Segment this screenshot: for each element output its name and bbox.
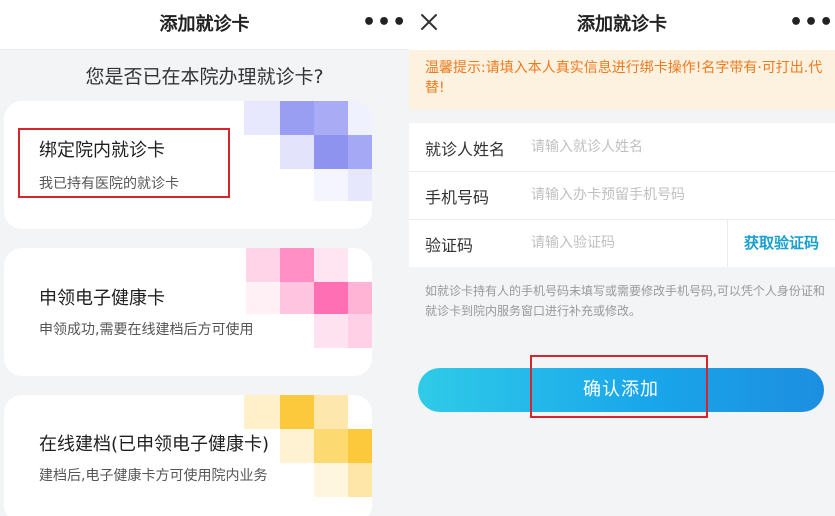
card-title: 在线建档(已申领电子健康卡) — [39, 434, 270, 455]
get-code-button[interactable]: 获取验证码 — [727, 219, 835, 267]
verification-code-input[interactable] — [531, 229, 721, 257]
question-heading: 您是否已在本院办理就诊卡? — [85, 66, 324, 88]
page-title: 添加就诊卡 — [159, 14, 250, 35]
card-description: 建档后,电子健康卡方可使用院内业务 — [39, 468, 268, 484]
page-title: 添加就诊卡 — [577, 14, 667, 35]
phone-row: 手机号码 — [409, 171, 835, 219]
name-label: 就诊人姓名 — [425, 140, 506, 159]
apply-e-health-card-option[interactable]: 申领电子健康卡 申领成功,需要在线建档后方可使用 — [4, 248, 372, 376]
more-horizontal-icon[interactable]: ••• — [789, 12, 833, 36]
phone-label: 手机号码 — [425, 188, 490, 207]
add-card-form-screen: 添加就诊卡 ••• 温馨提示:请填入本人真实信息进行绑卡操作!名字带有·可打出.… — [409, 0, 835, 516]
nav-bar: 添加就诊卡 ••• — [409, 0, 835, 50]
warm-tip-banner: 温馨提示:请填入本人真实信息进行绑卡操作!名字带有·可打出.代替! — [409, 50, 835, 110]
more-horizontal-icon[interactable]: ••• — [362, 12, 406, 36]
card-title: 申领电子健康卡 — [39, 288, 165, 309]
card-description: 申领成功,需要在线建档后方可使用 — [39, 322, 254, 338]
phone-note: 如就诊卡持有人的手机号码未填写或需要修改手机号码,可以凭个人身份证和就诊卡到院内… — [425, 284, 825, 318]
highlight-box — [18, 128, 230, 198]
bind-card-choice-screen: 添加就诊卡 ••• 您是否已在本院办理就诊卡? 绑定院内就诊卡 我已持有医院的就… — [0, 0, 409, 516]
highlight-box — [530, 355, 708, 418]
code-row: 验证码 获取验证码 — [409, 219, 835, 267]
name-row: 就诊人姓名 — [409, 123, 835, 171]
phone-input[interactable] — [531, 181, 721, 209]
code-label: 验证码 — [425, 236, 474, 255]
online-registration-option[interactable]: 在线建档(已申领电子健康卡) 建档后,电子健康卡方可使用院内业务 — [4, 395, 372, 516]
nav-bar: 添加就诊卡 ••• — [0, 0, 409, 50]
card-decoration — [4, 248, 372, 376]
patient-name-input[interactable] — [531, 133, 721, 161]
bind-card-form: 就诊人姓名 手机号码 验证码 获取验证码 — [409, 123, 835, 267]
